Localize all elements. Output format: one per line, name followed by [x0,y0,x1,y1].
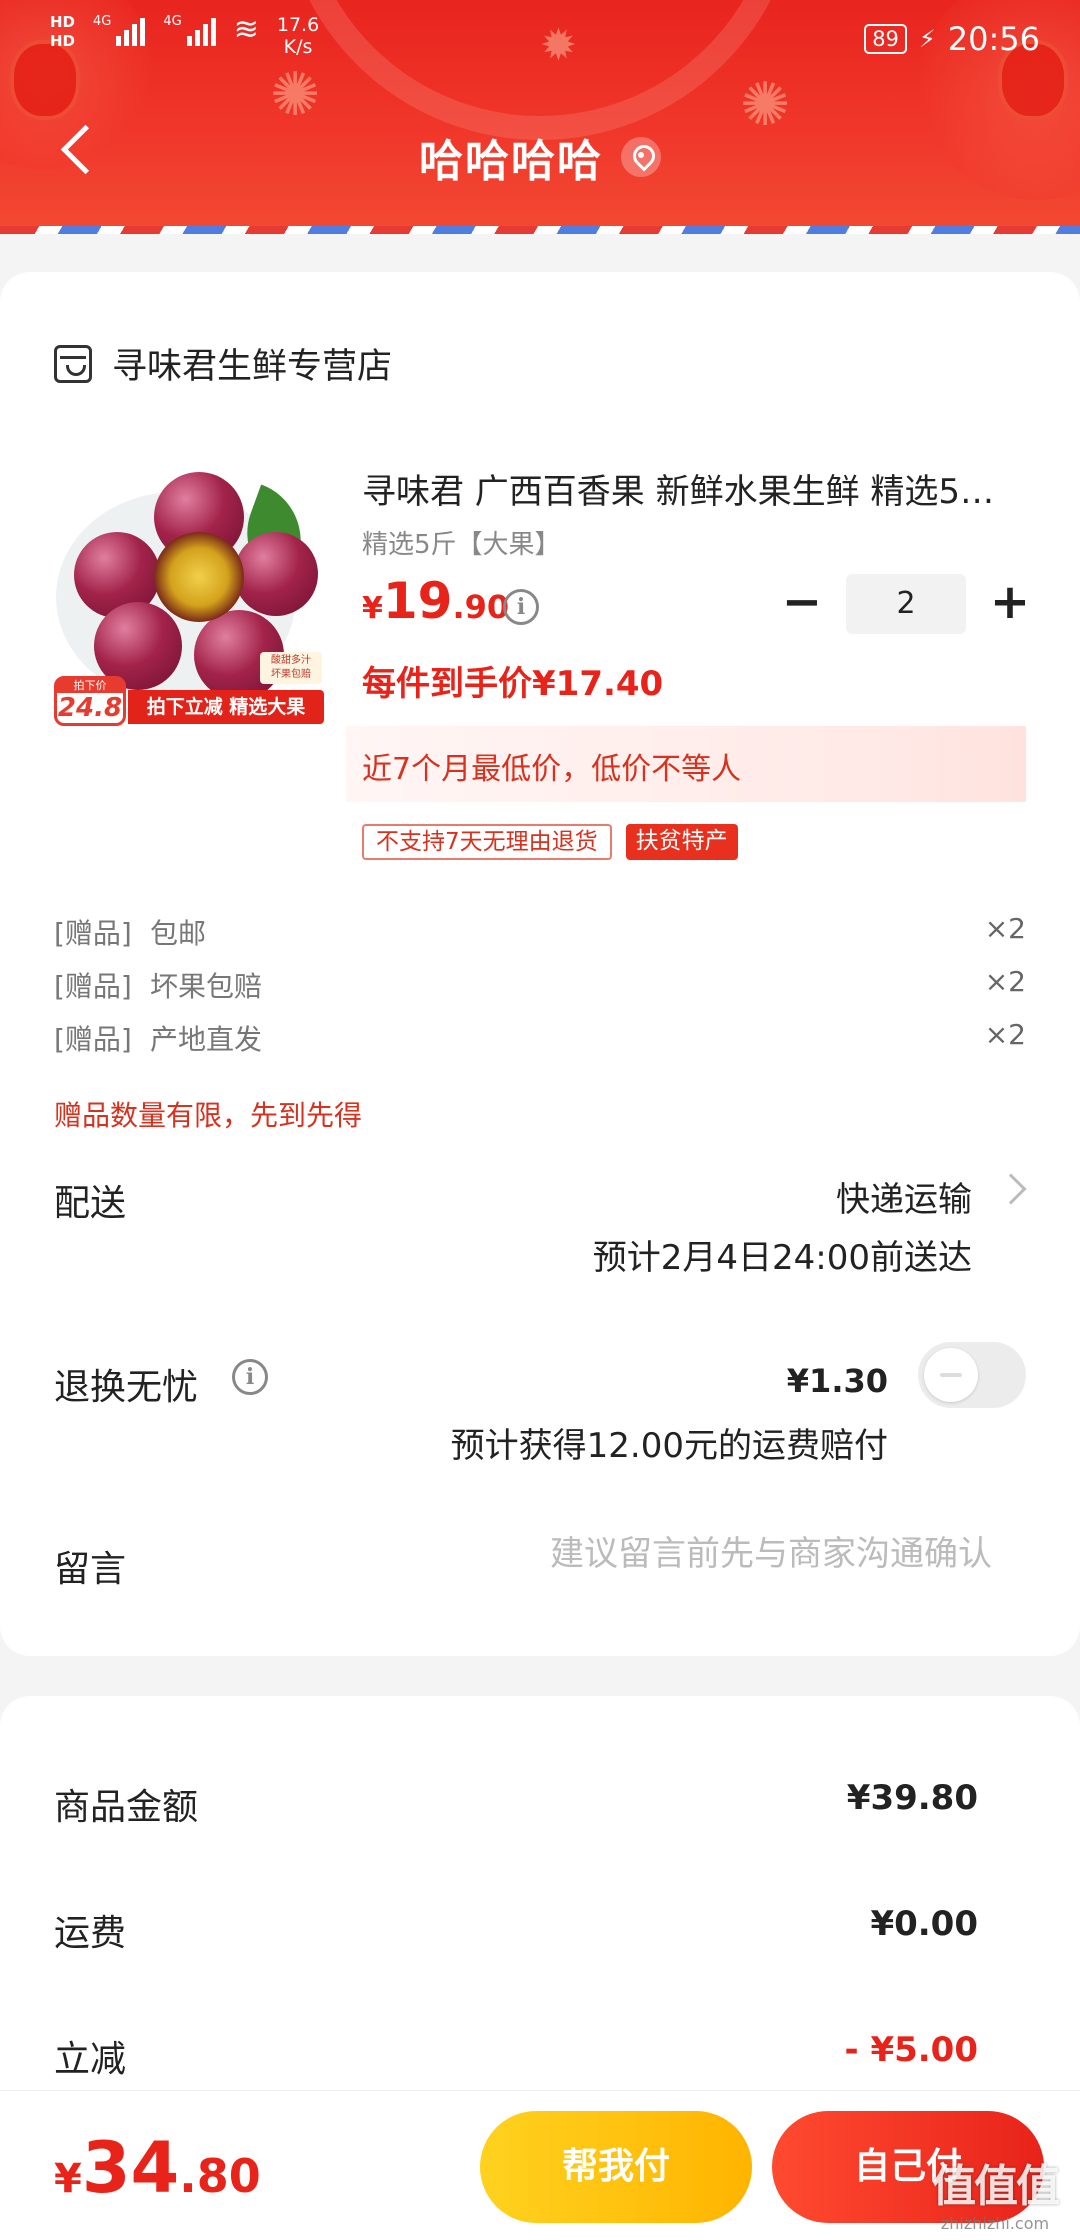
location-pin-icon[interactable] [621,137,661,177]
toggle-knob [924,1348,978,1402]
wifi-icon: ≋ [233,12,259,47]
discount-value: - ¥5.00 [844,2030,979,2070]
gift-kind: [赠品] [54,1023,132,1056]
poverty-relief-tag: 扶贫特产 [625,824,738,860]
title-bar: 哈哈哈哈 [0,125,1080,189]
status-left: HD HD 4G 4G ≋ 17.6 K/s [50,12,319,59]
battery-icon: 89 [864,24,907,54]
gift-list: [赠品] 包邮 ×2 [赠品] 坏果包赔 ×2 [赠品] 产地直发 ×2 [54,912,1026,1071]
help-pay-button[interactable]: 帮我付 [480,2111,752,2223]
header: ✺ ✺ ✹ HD HD 4G 4G ≋ 17.6 K/s 89 ⚡ 20:56 … [0,0,1080,232]
status-bar: HD HD 4G 4G ≋ 17.6 K/s 89 ⚡ 20:56 [0,0,1080,70]
signal-icon: 4G [93,14,146,46]
goods-amount-label: 商品金额 [54,1787,199,1828]
delivery-method[interactable]: 快递运输 [836,1172,972,1221]
product-title[interactable]: 寻味君 广西百香果 新鲜水果生鲜 精选5斤【大果】 [362,464,1022,513]
firework-icon: ✺ [270,60,321,130]
total-symbol: ¥ [54,2156,82,2202]
store-row[interactable]: 寻味君生鲜专营店 [54,338,392,389]
goods-amount-row: 商品金额 ¥39.80 [54,1778,978,1830]
quantity-stepper: − 2 + [780,574,1032,634]
side-badge-top: 酸甜多汁 [271,655,311,666]
final-unit-price: 每件到手价¥17.40 [362,664,664,704]
gift-qty: ×2 [984,912,1026,945]
site-watermark: 值值值 zhizhizhi.com [920,2150,1070,2233]
total-decimal: .80 [179,2149,261,2203]
checkout-bar: ¥ 34 .80 帮我付 自己付 [0,2090,1080,2240]
gift-name: 包邮 [150,917,207,950]
price-decimal: .90 [452,588,510,626]
gift-name: 产地直发 [150,1023,263,1056]
product-image[interactable]: 酸甜多汁 坏果包赔 拍下价 24.8 拍下立减 精选大果 [54,462,324,732]
shipping-row: 运费 ¥0.00 [54,1904,978,1956]
charging-icon: ⚡ [918,25,936,53]
watermark-url: zhizhizhi.com [940,2214,1050,2233]
discount-row: 立减 - ¥5.00 [54,2030,978,2082]
total-integer: 34 [81,2127,180,2209]
badge-bar-text: 拍下立减 精选大果 [128,690,324,724]
signal-icon: 4G [163,14,216,46]
watermark-logo: 值值值 [932,2161,1060,2212]
decrease-button[interactable]: − [780,574,824,634]
badge-price: 24.8 [57,693,123,723]
info-icon[interactable]: i [503,589,539,625]
hd-indicator: HD HD [50,14,75,50]
message-label: 留言 [54,1549,127,1590]
net-speed-value: 17.6 [276,14,320,36]
gift-item: [赠品] 产地直发 ×2 [54,1018,1026,1071]
gift-item: [赠品] 包邮 ×2 [54,912,1026,965]
battery-level: 89 [872,27,899,51]
store-icon [54,344,92,383]
gift-note: 赠品数量有限，先到先得 [54,1099,363,1132]
signal-label: 4G [163,14,182,29]
product-price: ¥ 19 .90 [362,572,509,630]
refund-price: ¥1.30 [786,1362,888,1400]
discount-label: 立减 [54,2039,127,2080]
chevron-right-icon[interactable] [995,1173,1027,1205]
delivery-label: 配送 [54,1183,127,1224]
increase-button[interactable]: + [988,574,1032,634]
gift-qty: ×2 [984,965,1026,998]
quantity-value[interactable]: 2 [846,574,966,634]
badge-small-label: 拍下价 [57,679,123,693]
status-right: 89 ⚡ 20:56 [864,20,1040,58]
price-symbol: ¥ [362,591,383,626]
shipping-label: 运费 [54,1913,127,1954]
shipping-value: ¥0.00 [870,1904,978,1944]
order-card: 寻味君生鲜专营店 酸甜多汁 坏果包赔 拍下价 24.8 拍下立减 精选大果 寻味… [0,272,1080,1656]
net-speed-unit: K/s [283,36,313,58]
page-title: 哈哈哈哈 [419,136,603,187]
info-icon[interactable]: i [232,1359,268,1395]
hd-bottom: HD [50,32,76,50]
delivery-eta: 预计2月4日24:00前送达 [592,1238,972,1278]
gift-kind: [赠品] [54,917,132,950]
hd-top: HD [50,13,76,31]
cut-passion-fruit [154,532,244,622]
message-input[interactable] [432,1534,992,1574]
no-return-tag: 不支持7天无理由退货 [362,824,612,860]
clock: 20:56 [947,20,1040,58]
product-spec: 精选5斤【大果】 [362,530,561,560]
signal-label: 4G [93,14,112,29]
gift-kind: [赠品] [54,970,132,1003]
passion-fruit [234,532,318,616]
airmail-stripe [0,226,1080,234]
badge-pill: 拍下价 24.8 [54,676,126,726]
refund-label: 退换无忧 [54,1367,199,1408]
gift-item: [赠品] 坏果包赔 ×2 [54,965,1026,1018]
lowest-price-text: 近7个月最低价，低价不等人 [362,752,742,787]
store-name: 寻味君生鲜专营店 [112,347,393,387]
gift-qty: ×2 [984,1018,1026,1051]
product-tags: 不支持7天无理由退货 扶贫特产 [362,824,738,860]
refund-note: 预计获得12.00元的运费赔付 [450,1426,888,1466]
image-price-badge: 拍下价 24.8 拍下立减 精选大果 [54,672,324,728]
net-speed: 17.6 K/s [277,14,319,58]
refund-toggle[interactable] [918,1342,1026,1408]
goods-amount-value: ¥39.80 [846,1778,978,1818]
total-price: ¥ 34 .80 [54,2127,261,2209]
gift-name: 坏果包赔 [150,970,263,1003]
price-integer: 19 [382,572,453,630]
lowest-price-banner: 近7个月最低价，低价不等人 [346,726,1026,802]
